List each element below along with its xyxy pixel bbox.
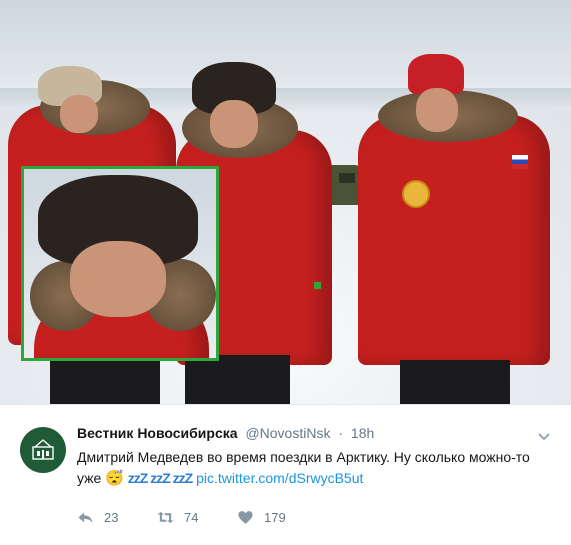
reply-count: 23 xyxy=(104,509,119,525)
sleep-z-icon: zzZ zzZ zzZ xyxy=(127,470,193,486)
heart-icon xyxy=(238,510,253,524)
reply-icon xyxy=(78,512,93,523)
like-count: 179 xyxy=(264,509,286,525)
author-name[interactable]: Вестник Новосибирска xyxy=(77,425,238,441)
avatar-logo xyxy=(32,439,54,460)
retweet-button[interactable]: 74 xyxy=(157,509,237,526)
retweet-icon xyxy=(157,511,174,523)
tweet-actions: 23 74 179 xyxy=(77,507,317,527)
avatar[interactable] xyxy=(20,427,66,473)
tweet-time[interactable]: 18h xyxy=(351,425,374,441)
media-link[interactable]: pic.twitter.com/dSrwycB5ut xyxy=(196,470,363,486)
zoom-inset xyxy=(21,166,219,361)
tweet-header: Вестник Новосибирска @NovostiNsk · 18h xyxy=(77,425,374,441)
sleeping-emoji: 😴 xyxy=(105,470,124,487)
reply-button[interactable]: 23 xyxy=(77,509,157,526)
tweet-text: Дмитрий Медведев во время поездки в Аркт… xyxy=(77,447,547,489)
author-handle[interactable]: @NovostiNsk xyxy=(245,425,330,441)
tweet-photo[interactable] xyxy=(0,0,571,404)
tweet-text-prefix: уже xyxy=(77,470,102,486)
like-button[interactable]: 179 xyxy=(237,509,317,526)
chevron-down-icon[interactable] xyxy=(537,429,551,443)
separator: · xyxy=(338,425,344,441)
retweet-count: 74 xyxy=(184,509,199,525)
tweet-text-line1: Дмитрий Медведев во время поездки в Аркт… xyxy=(77,449,530,465)
green-marker xyxy=(314,282,321,289)
tweet: Вестник Новосибирска @NovostiNsk · 18h Д… xyxy=(0,404,571,545)
